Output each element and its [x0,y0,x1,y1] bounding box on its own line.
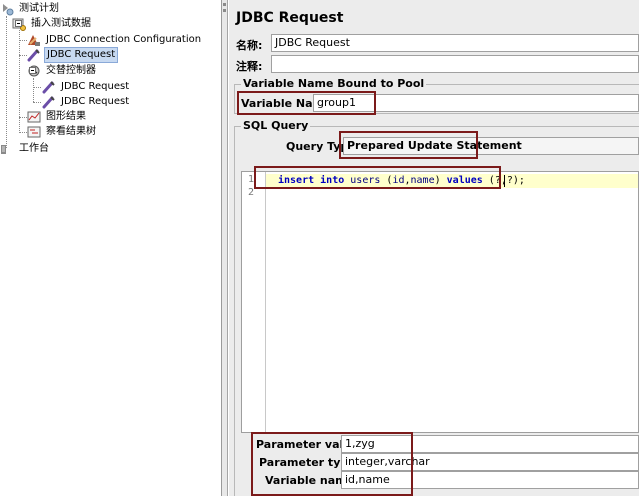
tree-connector [33,78,34,102]
config-element-icon [27,33,41,47]
collapse-toggle[interactable] [15,20,22,27]
jdbc-sampler-icon [27,48,41,62]
splitter-grip [223,3,226,6]
name-field[interactable]: JDBC Request [271,34,639,52]
workbench-icon [0,142,14,156]
split-pane-divider[interactable] [222,0,228,496]
pool-group-title: Variable Name Bound to Pool [241,77,427,90]
tree-connector [6,16,7,148]
tree-connector [19,40,27,41]
tree-connector [19,55,27,56]
highlight-box [254,166,501,189]
graph-listener-icon [27,110,41,124]
test-plan-tree[interactable]: 测试计划 插入测试数据 JDBC Connection Configuratio… [0,0,222,496]
highlight-box [251,432,413,496]
sql-query-group-title: SQL Query [241,119,311,132]
text-caret [504,175,505,187]
splitter-grip [223,9,226,12]
tree-connector [19,132,27,133]
tree-connector [33,87,41,88]
sql-editor[interactable]: 1 2 insert into users (id,name) values (… [241,171,639,433]
tree-connector [33,102,41,103]
tree-connector [19,117,27,118]
jdbc-sampler-icon [42,80,56,94]
highlight-box [237,91,376,115]
comment-field[interactable] [271,55,639,73]
comment-label: 注释: [236,60,263,73]
test-plan-icon [0,2,14,16]
panel-title: JDBC Request [236,10,344,26]
line-number-gutter: 1 2 [242,172,266,432]
name-label: 名称: [236,39,263,52]
collapse-toggle[interactable] [29,67,36,74]
jdbc-request-panel: JDBC Request 名称: JDBC Request 注释: Variab… [229,0,639,496]
results-tree-icon [27,125,41,139]
highlight-box [339,131,478,159]
jdbc-sampler-icon [42,95,56,109]
